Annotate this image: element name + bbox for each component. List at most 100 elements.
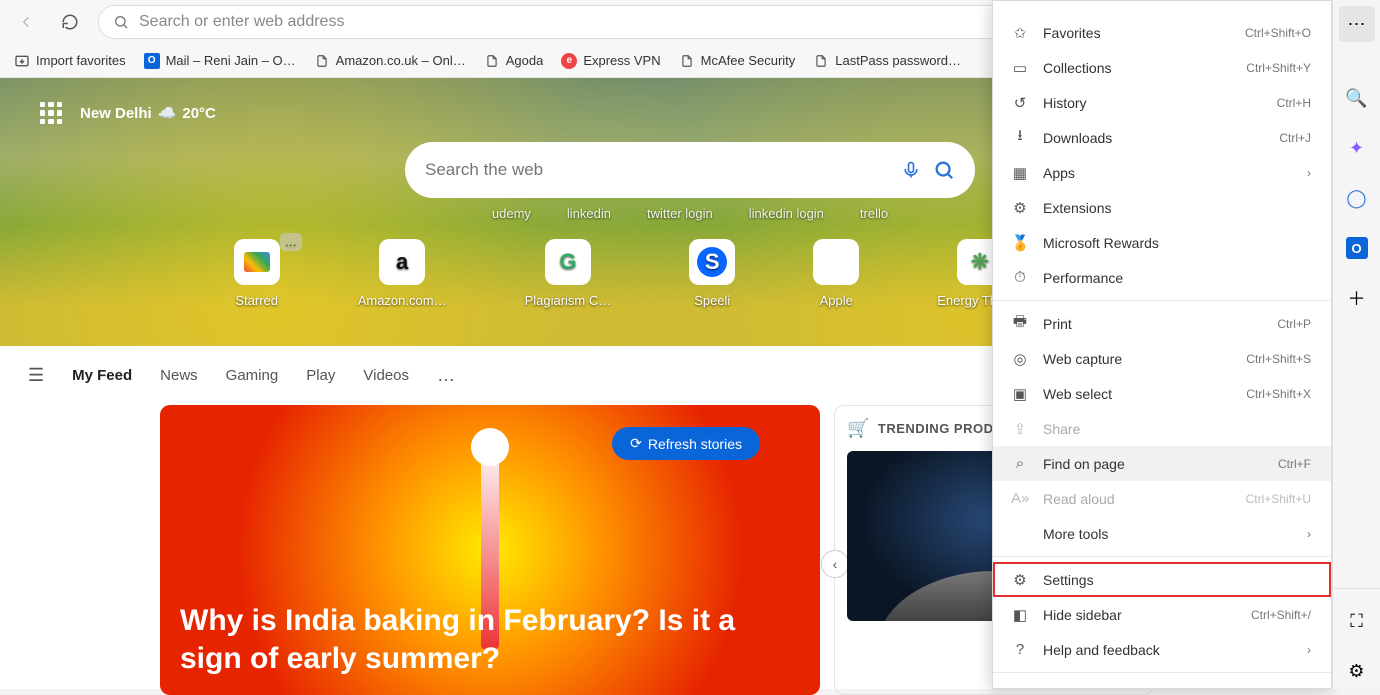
- office-icon: ◯: [1346, 188, 1366, 209]
- hero-search-box[interactable]: [405, 142, 975, 198]
- sidebar-add[interactable]: ＋: [1339, 280, 1375, 316]
- hero-search-input[interactable]: [425, 160, 889, 180]
- bookmark-mail[interactable]: OMail – Reni Jain – O…: [144, 53, 296, 69]
- menu-hidesidebar[interactable]: ◧Hide sidebarCtrl+Shift+/: [993, 597, 1331, 632]
- menu-collections[interactable]: ▭CollectionsCtrl+Shift+Y: [993, 50, 1331, 85]
- page-icon: [484, 53, 500, 69]
- refresh-button[interactable]: [54, 6, 86, 38]
- quicklink[interactable]: trello: [860, 206, 888, 221]
- tile-amazon[interactable]: aAmazon.com…: [358, 239, 447, 308]
- bookmark-agoda[interactable]: Agoda: [484, 53, 544, 69]
- page-icon: [679, 53, 695, 69]
- menu-performance[interactable]: ⏱Performance: [993, 260, 1331, 295]
- menu-webcapture[interactable]: ◎Web captureCtrl+Shift+S: [993, 341, 1331, 376]
- carousel-prev-icon[interactable]: ‹: [821, 550, 849, 578]
- sidebar-outlook[interactable]: O: [1339, 230, 1375, 266]
- menu-downloads[interactable]: ⭳DownloadsCtrl+J: [993, 120, 1331, 155]
- more-menu-button[interactable]: ⋯: [1339, 6, 1375, 42]
- sidebar-icon: ◧: [1011, 606, 1029, 624]
- sidebar-search[interactable]: 🔍: [1339, 80, 1375, 116]
- tile-plagiarism[interactable]: GPlagiarism C…: [525, 239, 612, 308]
- tab-play[interactable]: Play: [306, 367, 335, 384]
- quicklink[interactable]: twitter login: [647, 206, 713, 221]
- tab-myfeed[interactable]: My Feed: [72, 367, 132, 384]
- gear-icon: ⚙: [1348, 661, 1364, 682]
- energy-icon: ❋: [971, 249, 989, 275]
- search-icon: 🔍: [1345, 88, 1367, 109]
- back-button[interactable]: [10, 6, 42, 38]
- chevron-right-icon: ›: [1307, 166, 1311, 180]
- tab-more-icon[interactable]: …: [437, 365, 455, 386]
- expand-icon: ⛶: [1350, 611, 1363, 632]
- menu-apps[interactable]: ▦Apps›: [993, 155, 1331, 190]
- menu-find[interactable]: ⌕Find on pageCtrl+F: [993, 446, 1331, 481]
- chevron-right-icon: ›: [1307, 643, 1311, 657]
- menu-help[interactable]: ?Help and feedback›: [993, 632, 1331, 667]
- gmail-icon: [244, 252, 270, 272]
- tab-gaming[interactable]: Gaming: [226, 367, 279, 384]
- sidebar-discover[interactable]: ✦: [1339, 130, 1375, 166]
- import-favorites[interactable]: Import favorites: [14, 53, 126, 69]
- menu-moretools[interactable]: More tools›: [993, 516, 1331, 551]
- menu-webselect[interactable]: ▣Web selectCtrl+Shift+X: [993, 376, 1331, 411]
- tile-more-icon[interactable]: …: [280, 233, 302, 251]
- print-icon: 🖶: [1011, 311, 1029, 336]
- capture-icon: ◎: [1011, 350, 1029, 368]
- search-icon: [113, 14, 129, 30]
- history-icon: ↺: [1011, 94, 1029, 112]
- tile-speeli[interactable]: SSpeeli: [689, 239, 735, 308]
- refresh-icon: ⟳: [630, 435, 642, 452]
- quick-search-links: udemy linkedin twitter login linkedin lo…: [405, 206, 975, 221]
- weather-widget[interactable]: New Delhi ☁️ 20°C: [80, 104, 216, 122]
- quicklink[interactable]: linkedin login: [749, 206, 824, 221]
- menu-settings[interactable]: ⚙Settings: [993, 562, 1331, 597]
- bookmark-amazon[interactable]: Amazon.co.uk – Onl…: [314, 53, 466, 69]
- app-launcher-icon[interactable]: [40, 102, 62, 124]
- sidebar-expand[interactable]: ⛶: [1339, 603, 1375, 639]
- plus-icon: ＋: [1348, 285, 1366, 311]
- sparkle-icon: ✦: [1349, 138, 1364, 159]
- cart-icon: 🛒: [847, 418, 870, 439]
- temperature-label: 20°C: [182, 105, 216, 122]
- tab-videos[interactable]: Videos: [363, 367, 409, 384]
- plagiarism-icon: G: [559, 249, 576, 275]
- help-icon: ?: [1011, 641, 1029, 658]
- page-icon: [813, 53, 829, 69]
- tile-apple[interactable]: Apple: [813, 239, 859, 308]
- feed-story-card[interactable]: ⟳Refresh stories Why is India baking in …: [160, 405, 820, 695]
- edge-sidebar: ⋯ 🔍 ✦ ◯ O ＋ ⛶ ⚙: [1332, 0, 1380, 689]
- search-submit-icon[interactable]: [933, 159, 955, 181]
- apps-icon: ▦: [1011, 164, 1029, 182]
- gear-icon: ⚙: [1011, 571, 1029, 589]
- weather-icon: ☁️: [158, 104, 177, 122]
- quicklink[interactable]: udemy: [492, 206, 531, 221]
- trending-title: TRENDING PRODU: [878, 421, 1003, 436]
- chevron-right-icon: ›: [1307, 527, 1311, 541]
- more-icon: ⋯: [1348, 14, 1366, 35]
- downloads-icon: ⭳: [1011, 125, 1029, 150]
- readaloud-icon: A»: [1011, 490, 1029, 507]
- select-icon: ▣: [1011, 385, 1029, 403]
- menu-close[interactable]: Close Microsoft Edge: [993, 678, 1331, 689]
- quicklink[interactable]: linkedin: [567, 206, 611, 221]
- menu-readaloud: A»Read aloudCtrl+Shift+U: [993, 481, 1331, 516]
- bookmark-mcafee[interactable]: McAfee Security: [679, 53, 796, 69]
- sidebar-settings[interactable]: ⚙: [1339, 653, 1375, 689]
- tile-starred[interactable]: …Starred: [234, 239, 280, 308]
- tab-news[interactable]: News: [160, 367, 198, 384]
- sidebar-office[interactable]: ◯: [1339, 180, 1375, 216]
- microphone-icon[interactable]: [901, 160, 921, 180]
- menu-rewards[interactable]: 🏅Microsoft Rewards: [993, 225, 1331, 260]
- bookmark-lastpass[interactable]: LastPass password…: [813, 53, 961, 69]
- import-icon: [14, 53, 30, 69]
- menu-extensions[interactable]: ⚙Extensions: [993, 190, 1331, 225]
- menu-share: ⇪Share: [993, 411, 1331, 446]
- menu-history[interactable]: ↺HistoryCtrl+H: [993, 85, 1331, 120]
- bookmark-expressvpn[interactable]: eExpress VPN: [561, 53, 660, 69]
- refresh-stories-button[interactable]: ⟳Refresh stories: [612, 427, 760, 460]
- feed-menu-icon[interactable]: ☰: [28, 365, 44, 386]
- menu-print[interactable]: 🖶PrintCtrl+P: [993, 306, 1331, 341]
- story-headline: Why is India baking in February? Is it a…: [180, 602, 800, 677]
- menu-favorites[interactable]: ✩FavoritesCtrl+Shift+O: [993, 15, 1331, 50]
- extensions-icon: ⚙: [1011, 199, 1029, 217]
